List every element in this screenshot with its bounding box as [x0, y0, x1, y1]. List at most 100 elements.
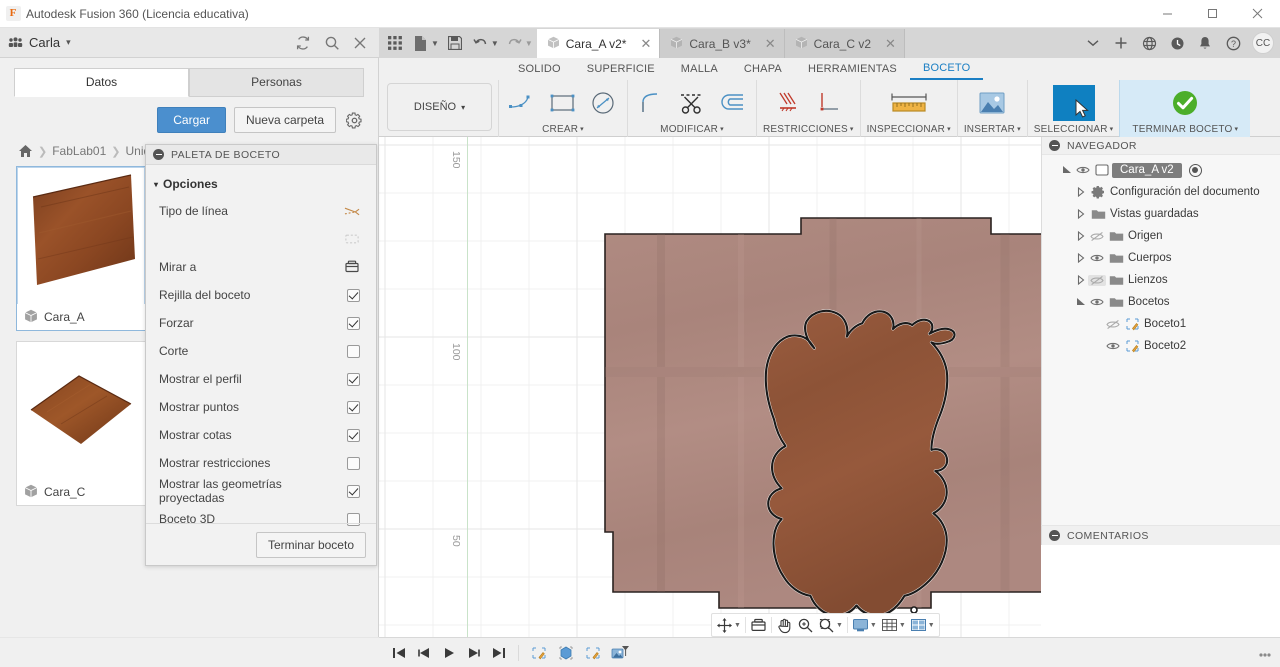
checkbox-mostrar-el-perfil[interactable] — [347, 373, 360, 386]
gear-icon[interactable] — [344, 110, 364, 130]
step-back-icon[interactable] — [412, 641, 436, 665]
twisty-collapsed-icon[interactable] — [1074, 275, 1088, 285]
save-icon[interactable] — [443, 30, 467, 56]
arc-icon[interactable] — [505, 86, 541, 120]
undo-caret-icon[interactable]: ▼ — [491, 39, 499, 48]
ribbon-group-label-inspeccionar[interactable]: INSPECCIONAR▾ — [867, 124, 951, 136]
chevron-down-icon[interactable]: ▾ — [66, 37, 71, 48]
orbit-icon[interactable]: ▼ — [714, 614, 743, 636]
display-settings-icon[interactable]: ▼ — [850, 614, 879, 636]
doc-tab-close-0[interactable]: ✕ — [640, 36, 651, 52]
chevron-down-icon[interactable] — [1080, 30, 1106, 56]
option-mostrar-el-perfil[interactable]: Mostrar el perfil — [146, 365, 376, 393]
tree-node-boceto1[interactable]: Boceto1 — [1042, 313, 1280, 335]
minimize-button[interactable] — [1145, 0, 1190, 28]
twisty-collapsed-icon[interactable] — [1074, 231, 1088, 241]
checkbox-mostrar-geometrias-proyectadas[interactable] — [347, 485, 360, 498]
collapse-icon[interactable] — [1049, 530, 1060, 541]
ribbon-group-label-crear[interactable]: CREAR▾ — [542, 124, 584, 136]
skip-start-icon[interactable] — [387, 641, 411, 665]
sketch-palette-header[interactable]: PALETA DE BOCETO — [146, 145, 376, 165]
ribbon-tab-boceto[interactable]: BOCETO — [910, 59, 983, 80]
ribbon-group-label-insertar[interactable]: INSERTAR▾ — [964, 124, 1021, 136]
timeline-feature-extrude[interactable] — [553, 641, 579, 665]
doc-tab-1[interactable]: Cara_B v3* ✕ — [660, 29, 784, 58]
doc-tab-0[interactable]: Cara_A v2* ✕ — [537, 29, 661, 58]
measure-icon[interactable] — [885, 86, 933, 120]
redo-caret-icon[interactable]: ▼ — [525, 39, 533, 48]
tab-datos[interactable]: Datos — [14, 68, 189, 97]
visibility-eye-icon[interactable] — [1104, 341, 1122, 351]
ribbon-tab-herramientas[interactable]: HERRAMIENTAS — [795, 60, 910, 79]
data-item-cara-a[interactable]: Cara_A — [16, 166, 146, 331]
tree-node-configuracion-documento[interactable]: Configuración del documento — [1042, 181, 1280, 203]
tree-node-cara-a-v2[interactable]: Cara_A v2 — [1042, 159, 1280, 181]
twisty-collapsed-icon[interactable] — [1074, 209, 1088, 219]
ribbon-group-label-terminar-boceto[interactable]: TERMINAR BOCETO▾ — [1132, 124, 1238, 136]
insert-canvas-image-icon[interactable] — [971, 86, 1013, 120]
tree-node-boceto2[interactable]: Boceto2 — [1042, 335, 1280, 357]
notifications-icon[interactable] — [1192, 30, 1218, 56]
ribbon-group-label-modificar[interactable]: MODIFICAR▾ — [660, 124, 724, 136]
workspace-switcher-button[interactable]: DISEÑO ▾ — [387, 83, 492, 131]
pan-hand-icon[interactable] — [774, 614, 795, 636]
finish-sketch-check-icon[interactable] — [1163, 86, 1207, 120]
sketch-palette-section-opciones[interactable]: ▾ Opciones — [146, 165, 376, 191]
look-at-icon[interactable] — [748, 614, 769, 636]
fillet-icon[interactable] — [634, 86, 670, 120]
new-document-icon[interactable] — [409, 30, 433, 56]
breadcrumb-item-fablab01[interactable]: FabLab01 — [52, 144, 106, 158]
upload-button[interactable]: Cargar — [157, 107, 226, 133]
visibility-eye-off-icon[interactable] — [1088, 275, 1106, 286]
twisty-collapsed-icon[interactable] — [1074, 253, 1088, 263]
refresh-icon[interactable] — [295, 35, 311, 51]
timeline-feature-sketch-2[interactable] — [580, 641, 606, 665]
horizontal-vertical-constraint-icon[interactable] — [770, 86, 806, 120]
doc-tab-2[interactable]: Cara_C v2 ✕ — [785, 29, 905, 58]
tree-node-origen[interactable]: Origen — [1042, 225, 1280, 247]
twisty-expanded-icon[interactable] — [1060, 165, 1074, 175]
redo-icon[interactable] — [503, 30, 527, 56]
sketch-canvas[interactable]: 150 100 50 — [379, 137, 1041, 637]
chevron-down-icon[interactable]: ▼ — [899, 622, 906, 629]
collapse-icon[interactable] — [1049, 140, 1060, 151]
option-geometria-construccion[interactable] — [146, 225, 376, 253]
skip-end-icon[interactable] — [487, 641, 511, 665]
doc-tab-close-2[interactable]: ✕ — [885, 36, 896, 52]
timeline-feature-canvas[interactable] — [607, 641, 633, 665]
new-folder-button[interactable]: Nueva carpeta — [234, 107, 336, 133]
globe-icon[interactable] — [1136, 30, 1162, 56]
visibility-eye-icon[interactable] — [1088, 253, 1106, 263]
zoom-window-icon[interactable]: ▼ — [816, 614, 845, 636]
tree-node-cuerpos[interactable]: Cuerpos — [1042, 247, 1280, 269]
ribbon-tab-superficie[interactable]: SUPERFICIE — [574, 60, 668, 79]
activate-component-radio[interactable] — [1189, 164, 1202, 177]
select-cursor-icon[interactable] — [1053, 85, 1095, 121]
doc-tab-close-1[interactable]: ✕ — [765, 36, 776, 52]
coincident-constraint-icon[interactable] — [810, 86, 846, 120]
maximize-button[interactable] — [1190, 0, 1235, 28]
new-tab-icon[interactable] — [1108, 30, 1134, 56]
option-forzar[interactable]: Forzar — [146, 309, 376, 337]
comments-panel-header[interactable]: COMENTARIOS — [1041, 525, 1280, 545]
option-rejilla-del-boceto[interactable]: Rejilla del boceto — [146, 281, 376, 309]
chevron-down-icon[interactable]: ▼ — [870, 622, 877, 629]
timeline-feature-sketch-1[interactable] — [526, 641, 552, 665]
ribbon-tab-solido[interactable]: SOLIDO — [505, 60, 574, 79]
ribbon-tab-malla[interactable]: MALLA — [668, 60, 731, 79]
account-name[interactable]: Carla — [29, 35, 60, 50]
option-mostrar-puntos[interactable]: Mostrar puntos — [146, 393, 376, 421]
new-document-caret-icon[interactable]: ▼ — [431, 39, 439, 48]
option-corte[interactable]: Corte — [146, 337, 376, 365]
option-mostrar-restricciones[interactable]: Mostrar restricciones — [146, 449, 376, 477]
visibility-eye-off-icon[interactable] — [1104, 319, 1122, 330]
zoom-in-icon[interactable] — [795, 614, 816, 636]
visibility-eye-icon[interactable] — [1074, 165, 1092, 175]
twisty-expanded-icon[interactable] — [1074, 297, 1088, 307]
option-tipo-de-linea[interactable]: Tipo de línea — [146, 197, 376, 225]
jobs-status-icon[interactable] — [1164, 30, 1190, 56]
tree-node-bocetos[interactable]: Bocetos — [1042, 291, 1280, 313]
chevron-down-icon[interactable]: ▼ — [836, 622, 843, 629]
ribbon-group-label-seleccionar[interactable]: SELECCIONAR▾ — [1034, 124, 1114, 136]
circle-dimension-icon[interactable] — [585, 86, 621, 120]
